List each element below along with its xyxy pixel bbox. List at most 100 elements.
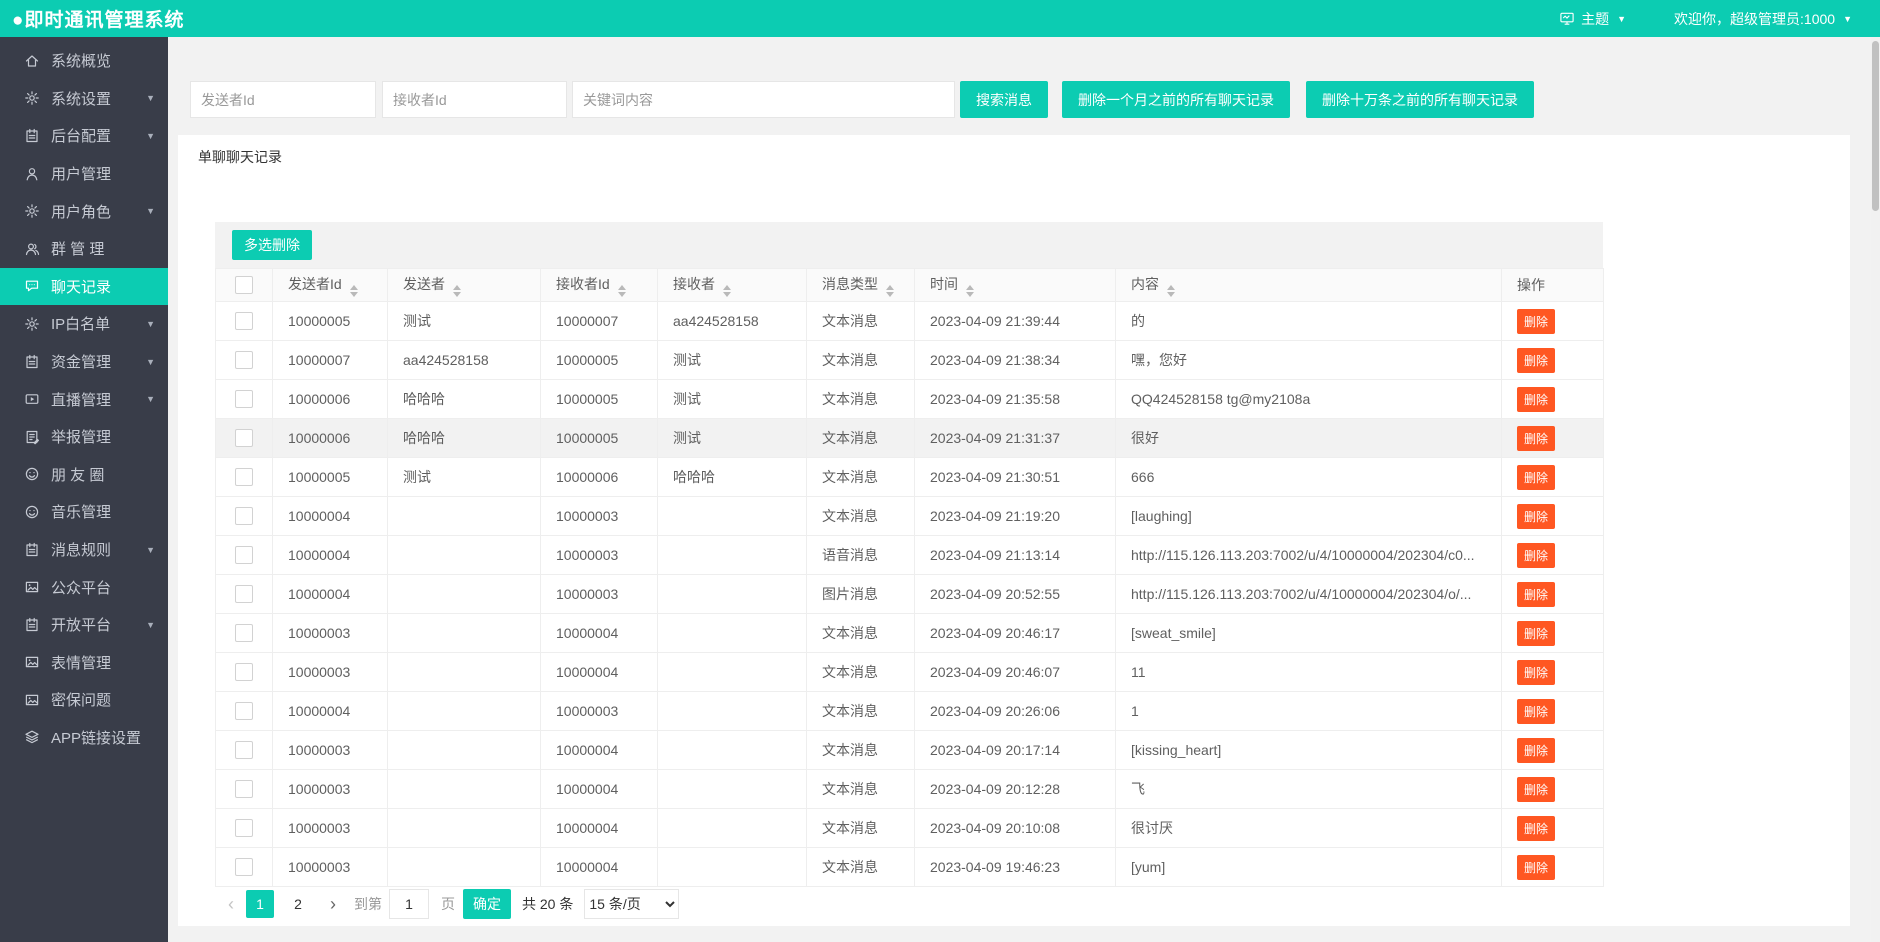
sidebar-item-7[interactable]: 聊天记录	[0, 268, 168, 306]
row-checkbox[interactable]	[235, 429, 253, 447]
sort-icon[interactable]	[618, 285, 626, 297]
sidebar-item-6[interactable]: 群 管 理	[0, 230, 168, 268]
sidebar-item-8[interactable]: IP白名单▼	[0, 305, 168, 343]
receiver-id-input[interactable]	[382, 81, 567, 118]
delete-row-button[interactable]: 删除	[1517, 426, 1555, 451]
cell-sender	[388, 848, 541, 887]
cell-sender-id: 10000003	[273, 731, 388, 770]
sort-icon[interactable]	[453, 285, 461, 297]
sidebar-item-9[interactable]: 资金管理▼	[0, 343, 168, 381]
goto-confirm-button[interactable]: 确定	[463, 889, 511, 919]
delete-row-button[interactable]: 删除	[1517, 855, 1555, 880]
column-header-label: 接收者	[673, 276, 715, 292]
scrollbar-thumb[interactable]	[1872, 41, 1879, 211]
delete-row-button[interactable]: 删除	[1517, 660, 1555, 685]
delete-100k-old-button[interactable]: 删除十万条之前的所有聊天记录	[1306, 81, 1534, 118]
sidebar-item-3[interactable]: 后台配置▼	[0, 117, 168, 155]
row-checkbox[interactable]	[235, 507, 253, 525]
cell-receiver-id: 10000005	[541, 341, 658, 380]
keyword-input[interactable]	[572, 81, 955, 118]
cell-receiver-id: 10000005	[541, 380, 658, 419]
theme-menu[interactable]: 主题 ▼	[1559, 9, 1626, 29]
column-header[interactable]: 接收者	[658, 269, 807, 302]
sidebar-item-11[interactable]: 举报管理	[0, 418, 168, 456]
sidebar-item-label: 用户管理	[51, 163, 111, 184]
notebook-icon	[24, 617, 40, 633]
sort-icon[interactable]	[1167, 285, 1175, 297]
cell-time: 2023-04-09 21:13:14	[915, 536, 1116, 575]
sender-id-input[interactable]	[190, 81, 376, 118]
delete-row-button[interactable]: 删除	[1517, 582, 1555, 607]
column-header-label: 操作	[1517, 277, 1545, 293]
column-header[interactable]: 接收者Id	[541, 269, 658, 302]
column-header-label: 接收者Id	[556, 276, 610, 292]
sidebar-item-4[interactable]: 用户管理	[0, 155, 168, 193]
sidebar-item-18[interactable]: 密保问题	[0, 681, 168, 719]
delete-row-button[interactable]: 删除	[1517, 699, 1555, 724]
sort-icon[interactable]	[350, 285, 358, 297]
goto-page-input[interactable]	[389, 889, 429, 919]
chat-icon	[24, 278, 40, 294]
sidebar-item-label: 音乐管理	[51, 501, 111, 522]
sidebar-item-2[interactable]: 系统设置▼	[0, 80, 168, 118]
sidebar: 系统概览系统设置▼后台配置▼ 用户管理用户角色▼群 管 理聊天记录IP白名单▼资金…	[0, 37, 168, 942]
search-message-button[interactable]: 搜索消息	[960, 81, 1048, 118]
delete-row-button[interactable]: 删除	[1517, 816, 1555, 841]
column-header[interactable]: 发送者	[388, 269, 541, 302]
row-checkbox[interactable]	[235, 780, 253, 798]
row-checkbox[interactable]	[235, 858, 253, 876]
delete-row-button[interactable]: 删除	[1517, 309, 1555, 334]
sort-icon[interactable]	[966, 285, 974, 297]
sidebar-item-5[interactable]: 用户角色▼	[0, 192, 168, 230]
delete-row-button[interactable]: 删除	[1517, 465, 1555, 490]
row-checkbox[interactable]	[235, 624, 253, 642]
cell-content: 666	[1116, 458, 1502, 497]
delete-row-button[interactable]: 删除	[1517, 777, 1555, 802]
sidebar-item-16[interactable]: 开放平台▼	[0, 606, 168, 644]
row-checkbox[interactable]	[235, 819, 253, 837]
sidebar-item-17[interactable]: 表情管理	[0, 644, 168, 682]
row-checkbox[interactable]	[235, 546, 253, 564]
cell-time: 2023-04-09 20:52:55	[915, 575, 1116, 614]
user-menu[interactable]: 欢迎你，超级管理员:1000 ▼	[1674, 9, 1852, 29]
select-all-checkbox[interactable]	[235, 276, 253, 294]
row-checkbox[interactable]	[235, 663, 253, 681]
multi-delete-button[interactable]: 多选删除	[232, 230, 312, 260]
sidebar-item-14[interactable]: 消息规则▼	[0, 531, 168, 569]
row-checkbox[interactable]	[235, 741, 253, 759]
sidebar-item-13[interactable]: 音乐管理	[0, 493, 168, 531]
delete-row-button[interactable]: 删除	[1517, 738, 1555, 763]
row-checkbox[interactable]	[235, 351, 253, 369]
column-header[interactable]: 发送者Id	[273, 269, 388, 302]
sort-icon[interactable]	[723, 285, 731, 297]
cell-time: 2023-04-09 21:31:37	[915, 419, 1116, 458]
delete-row-button[interactable]: 删除	[1517, 543, 1555, 568]
sidebar-item-12[interactable]: 朋 友 圈	[0, 456, 168, 494]
page-size-select[interactable]: 15 条/页	[584, 889, 679, 919]
vertical-scrollbar[interactable]	[1871, 37, 1880, 942]
row-checkbox[interactable]	[235, 390, 253, 408]
page-number-2[interactable]: 2	[284, 890, 312, 918]
delete-row-button[interactable]: 删除	[1517, 387, 1555, 412]
row-checkbox[interactable]	[235, 312, 253, 330]
column-header[interactable]: 时间	[915, 269, 1116, 302]
delete-row-button[interactable]: 删除	[1517, 348, 1555, 373]
cell-type: 文本消息	[807, 614, 915, 653]
sort-icon[interactable]	[886, 285, 894, 297]
sidebar-item-19[interactable]: APP链接设置	[0, 719, 168, 757]
sidebar-item-10[interactable]: 直播管理▼	[0, 380, 168, 418]
row-checkbox[interactable]	[235, 702, 253, 720]
delete-row-button[interactable]: 删除	[1517, 504, 1555, 529]
sidebar-item-1[interactable]: 系统概览	[0, 42, 168, 80]
row-checkbox[interactable]	[235, 468, 253, 486]
next-page-icon[interactable]: ›	[330, 894, 336, 915]
row-checkbox[interactable]	[235, 585, 253, 603]
delete-row-button[interactable]: 删除	[1517, 621, 1555, 646]
theme-icon	[1559, 11, 1575, 26]
column-header[interactable]: 消息类型	[807, 269, 915, 302]
page-number-1[interactable]: 1	[246, 890, 274, 918]
delete-month-old-button[interactable]: 删除一个月之前的所有聊天记录	[1062, 81, 1290, 118]
prev-page-icon[interactable]: ‹	[228, 894, 234, 915]
sidebar-item-15[interactable]: 公众平台	[0, 568, 168, 606]
column-header[interactable]: 内容	[1116, 269, 1502, 302]
